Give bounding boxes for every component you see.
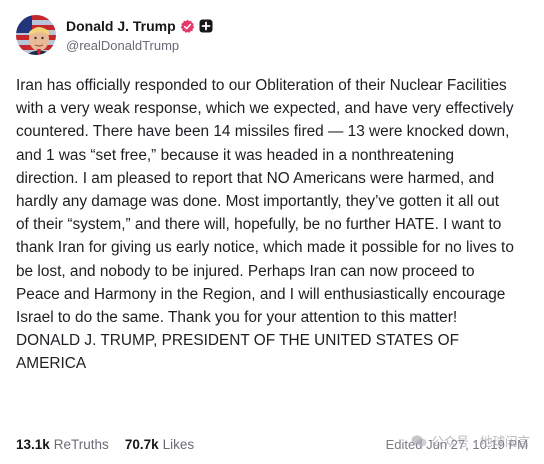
post-header: Donald J. Trump @realDonaldTrump: [16, 14, 528, 56]
post-footer: 13.1k ReTruths 70.7k Likes Edited Jun 27, …: [16, 437, 528, 452]
retruths-stat[interactable]: 13.1k ReTruths: [16, 437, 109, 452]
plus-badge-icon: [199, 19, 213, 33]
likes-count: 70.7k: [124, 437, 159, 452]
avatar[interactable]: [16, 15, 56, 55]
likes-stat[interactable]: 70.7k Likes: [125, 437, 194, 452]
likes-label: Likes: [162, 437, 195, 452]
edited-timestamp: Edited Jun 27, 10:19 PM: [385, 437, 528, 452]
author-info: Donald J. Trump @realDonaldTrump: [66, 17, 213, 53]
post-card: Donald J. Trump @realDonaldTrump Iran ha…: [0, 0, 544, 464]
post-signature: DONALD J. TRUMP, PRESIDENT OF THE UNITED…: [16, 332, 459, 373]
author-display-name[interactable]: Donald J. Trump: [66, 18, 176, 34]
name-row: Donald J. Trump: [66, 17, 213, 35]
retruths-label: ReTruths: [53, 437, 109, 452]
post-text: Iran has officially responded to our Obl…: [16, 77, 514, 327]
post-body: Iran has officially responded to our Obl…: [16, 74, 516, 376]
avatar-image: [16, 15, 56, 55]
retruths-count: 13.1k: [16, 437, 50, 452]
verified-badge-icon: [180, 19, 195, 34]
author-handle[interactable]: @realDonaldTrump: [66, 38, 213, 53]
